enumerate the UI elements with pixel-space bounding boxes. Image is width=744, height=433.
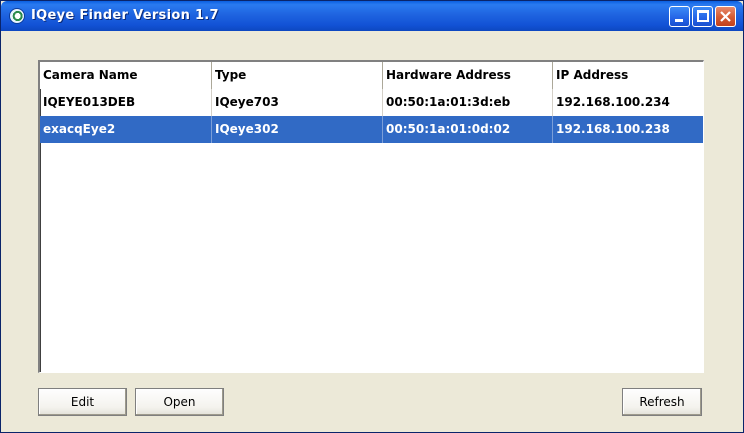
list-header: Camera Name Type Hardware Address IP Add… bbox=[40, 62, 703, 89]
column-header-camera-name[interactable]: Camera Name bbox=[40, 62, 212, 89]
edit-button[interactable]: Edit bbox=[38, 388, 127, 416]
maximize-icon bbox=[697, 10, 709, 22]
maximize-button[interactable] bbox=[692, 6, 713, 27]
close-button[interactable] bbox=[715, 6, 736, 27]
cell-ip-address: 192.168.100.238 bbox=[553, 116, 703, 143]
cell-ip-address: 192.168.100.234 bbox=[553, 89, 703, 116]
minimize-button[interactable] bbox=[669, 6, 690, 27]
table-row-selected[interactable]: exacqEye2 IQeye302 00:50:1a:01:0d:02 192… bbox=[40, 116, 703, 143]
cell-hardware-address: 00:50:1a:01:0d:02 bbox=[383, 116, 553, 143]
client-area: Camera Name Type Hardware Address IP Add… bbox=[4, 31, 740, 431]
cell-camera-name: exacqEye2 bbox=[40, 116, 212, 143]
cell-type: IQeye302 bbox=[212, 116, 383, 143]
minimize-icon bbox=[675, 19, 683, 22]
finder-window: IQeye Finder Version 1.7 Camera Name Typ… bbox=[0, 0, 744, 433]
column-header-ip-address[interactable]: IP Address bbox=[553, 62, 703, 89]
close-icon bbox=[720, 11, 731, 22]
column-header-hardware-address[interactable]: Hardware Address bbox=[383, 62, 553, 89]
column-header-type[interactable]: Type bbox=[212, 62, 383, 89]
table-row[interactable]: IQEYE013DEB IQeye703 00:50:1a:01:3d:eb 1… bbox=[40, 89, 703, 116]
open-button[interactable]: Open bbox=[135, 388, 224, 416]
cell-camera-name: IQEYE013DEB bbox=[40, 89, 212, 116]
camera-list[interactable]: Camera Name Type Hardware Address IP Add… bbox=[38, 60, 704, 373]
app-camera-icon[interactable] bbox=[9, 8, 25, 24]
title-bar[interactable]: IQeye Finder Version 1.7 bbox=[1, 1, 743, 31]
window-title: IQeye Finder Version 1.7 bbox=[31, 8, 219, 23]
cell-type: IQeye703 bbox=[212, 89, 383, 116]
cell-hardware-address: 00:50:1a:01:3d:eb bbox=[383, 89, 553, 116]
refresh-button[interactable]: Refresh bbox=[622, 388, 702, 416]
